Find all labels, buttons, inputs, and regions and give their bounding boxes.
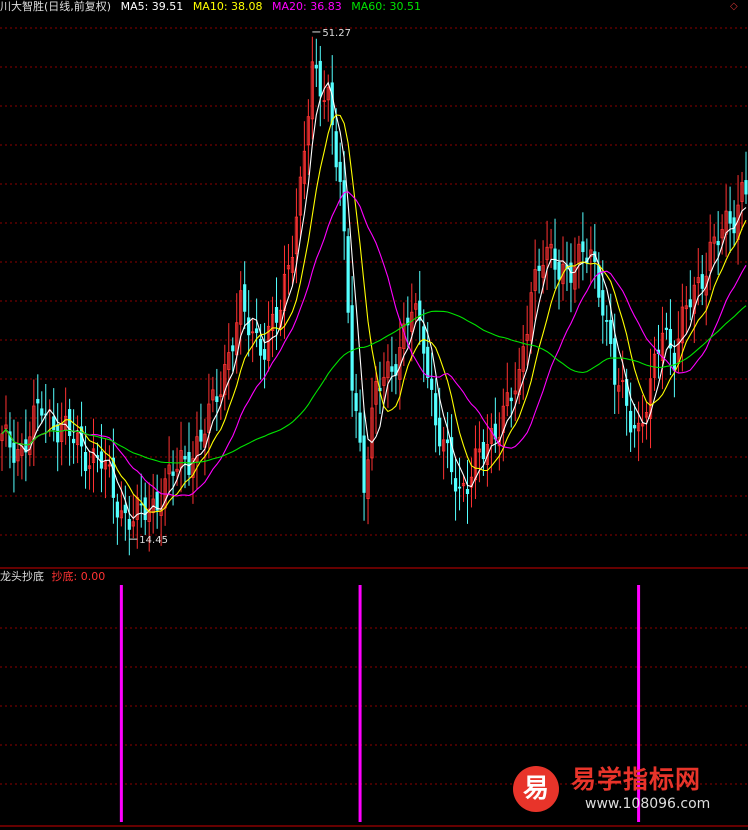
candle-body <box>609 319 613 345</box>
candle-body <box>350 305 354 391</box>
candle-body <box>40 408 44 416</box>
candle-body <box>72 438 76 444</box>
indicator-name: 龙头抄底 <box>0 570 44 583</box>
candle-body <box>215 396 219 402</box>
candle-body <box>457 486 462 489</box>
candle-body <box>537 265 541 271</box>
watermark-logo-icon: 易 <box>513 766 559 812</box>
candle-body <box>605 320 609 322</box>
candle-body <box>171 471 175 476</box>
watermark-title: 易学指标网 <box>571 765 702 794</box>
candle-body <box>314 64 318 69</box>
candle-body <box>231 345 235 352</box>
candle-body <box>123 504 127 514</box>
candle-body <box>115 501 119 518</box>
candle-body <box>446 439 450 444</box>
candle-body <box>247 317 251 336</box>
candle-body <box>672 352 676 371</box>
candle-body <box>581 241 585 253</box>
signal-bar <box>119 585 123 822</box>
candle-body <box>56 424 60 443</box>
diamond-icon[interactable]: ◇ <box>730 1 744 13</box>
candle-body <box>183 455 187 460</box>
price-candles <box>0 36 748 556</box>
ma10-readout: MA10: 38.08 <box>192 0 263 13</box>
signal-bar <box>358 585 362 822</box>
candle-body <box>12 442 16 463</box>
candle-body <box>629 410 633 433</box>
candle-body <box>99 451 104 469</box>
indicator-header: 龙头抄底 抄底: 0.00 <box>0 570 109 584</box>
candle-body <box>453 478 458 492</box>
candle-body <box>362 435 366 493</box>
candle-body <box>318 60 322 97</box>
ma20-readout: MA20: 36.83 <box>272 0 342 13</box>
candle-body <box>716 240 720 246</box>
candle-body <box>430 378 434 390</box>
candle-body <box>700 274 704 289</box>
candle-body <box>83 452 88 472</box>
candle-body <box>139 503 143 506</box>
candle-body <box>557 262 561 280</box>
chart-stage: 51.27 14.45 <box>0 27 748 827</box>
candle-body <box>68 409 72 437</box>
watermark: 易 易学指标网 www.108096.com <box>513 758 728 826</box>
candle-body <box>274 307 279 323</box>
annotation-label: 14.45 <box>139 535 168 546</box>
candle-body <box>255 328 259 334</box>
candle-body <box>481 441 486 460</box>
candle-body <box>597 264 601 298</box>
candle-body <box>664 327 669 330</box>
candle-body <box>199 429 203 442</box>
candle-body <box>438 417 442 447</box>
indicator-value: 抄底: 0.00 <box>51 570 106 583</box>
ma60-readout: MA60: 30.51 <box>351 0 421 13</box>
candle-body <box>509 397 513 402</box>
candle-body <box>728 211 732 224</box>
candle-body <box>732 217 736 234</box>
candle-body <box>354 393 358 412</box>
candle-body <box>259 338 263 356</box>
candle-body <box>426 346 430 378</box>
candle-body <box>688 299 692 308</box>
main-chart-header: 川大智胜(日线,前复权) MA5: 39.51 MA10: 38.08 MA20… <box>0 0 427 14</box>
candle-body <box>342 180 346 232</box>
candle-body <box>187 452 191 475</box>
candle-body <box>358 412 362 443</box>
candle-body <box>262 349 267 360</box>
annotation-label: 51.27 <box>322 28 351 39</box>
candle-body <box>127 519 131 530</box>
candle-body <box>744 180 748 195</box>
candle-body <box>334 131 338 168</box>
watermark-url: www.108096.com <box>585 796 711 812</box>
candle-body <box>613 338 617 385</box>
candle-body <box>633 425 637 429</box>
candle-body <box>338 161 342 182</box>
candle-body <box>434 393 438 426</box>
candle-body <box>36 398 40 404</box>
candle-body <box>346 236 350 313</box>
candle-body <box>601 290 605 316</box>
candle-body <box>390 366 394 372</box>
chart-title: 川大智胜(日线,前复权) <box>0 0 112 13</box>
ma5-readout: MA5: 39.51 <box>120 0 184 13</box>
candle-body <box>465 489 470 495</box>
candle-body <box>243 284 247 312</box>
